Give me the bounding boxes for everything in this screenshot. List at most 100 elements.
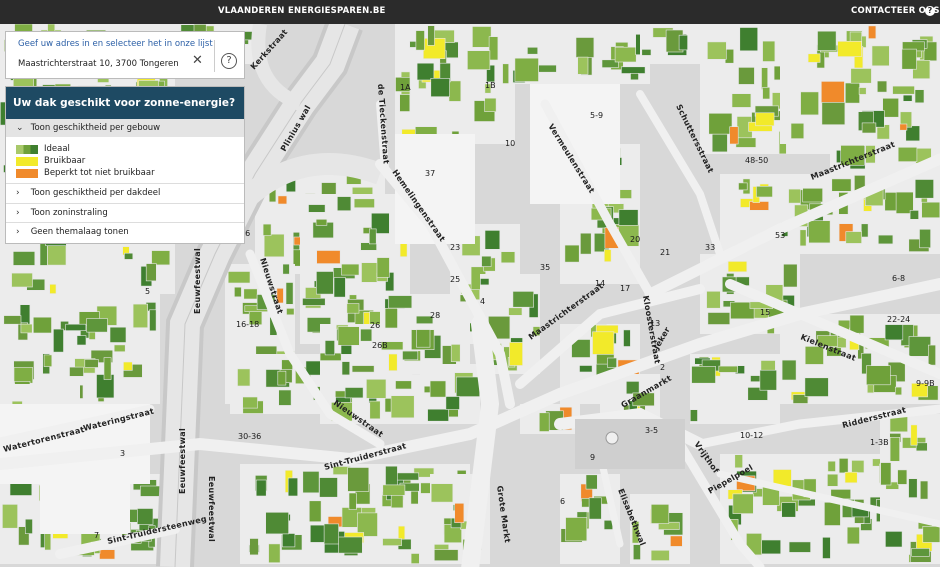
building[interactable] — [851, 460, 865, 473]
building[interactable] — [86, 318, 108, 333]
building[interactable] — [277, 195, 288, 205]
building[interactable] — [388, 295, 413, 309]
building[interactable] — [308, 500, 322, 522]
building[interactable] — [761, 67, 768, 90]
building[interactable] — [621, 66, 646, 74]
building[interactable] — [132, 303, 149, 329]
building[interactable] — [333, 277, 346, 298]
building[interactable] — [415, 30, 425, 51]
building[interactable] — [65, 323, 87, 331]
building[interactable] — [395, 380, 412, 390]
building[interactable] — [338, 536, 363, 554]
building[interactable] — [249, 538, 259, 556]
building[interactable] — [368, 228, 377, 245]
building[interactable] — [734, 454, 743, 469]
building[interactable] — [650, 504, 670, 524]
building[interactable] — [807, 53, 821, 63]
building[interactable] — [885, 531, 903, 548]
building[interactable] — [302, 297, 326, 306]
building[interactable] — [914, 89, 925, 104]
building[interactable] — [13, 367, 34, 384]
building[interactable] — [846, 526, 860, 545]
building[interactable] — [467, 50, 491, 70]
building[interactable] — [868, 25, 877, 39]
building[interactable] — [731, 93, 752, 108]
building[interactable] — [689, 409, 698, 422]
building[interactable] — [592, 331, 615, 355]
building[interactable] — [336, 196, 352, 212]
building[interactable] — [277, 370, 287, 386]
building[interactable] — [788, 541, 811, 553]
search-help-icon[interactable]: ? — [221, 53, 237, 69]
building[interactable] — [282, 533, 296, 548]
building[interactable] — [302, 471, 320, 494]
building[interactable] — [821, 102, 846, 126]
building[interactable] — [623, 329, 631, 347]
building[interactable] — [484, 230, 501, 250]
building[interactable] — [502, 63, 510, 84]
building[interactable] — [316, 250, 341, 264]
building[interactable] — [39, 242, 48, 266]
building[interactable] — [99, 549, 116, 560]
building[interactable] — [445, 396, 460, 410]
building[interactable] — [113, 344, 126, 352]
nav-link-vlaanderen[interactable]: VLAANDEREN — [218, 6, 285, 16]
section-toggle-zoninstraling[interactable]: › Toon zoninstraling — [6, 202, 244, 223]
building[interactable] — [409, 41, 417, 48]
building[interactable] — [914, 179, 934, 199]
building[interactable] — [11, 272, 33, 288]
building[interactable] — [243, 288, 258, 300]
building[interactable] — [897, 147, 918, 162]
building[interactable] — [580, 232, 592, 255]
building[interactable] — [844, 471, 858, 484]
building[interactable] — [790, 123, 805, 139]
building[interactable] — [319, 477, 338, 498]
building[interactable] — [480, 278, 490, 286]
building[interactable] — [399, 94, 411, 112]
building[interactable] — [19, 304, 31, 326]
building[interactable] — [844, 82, 860, 104]
building[interactable] — [366, 378, 387, 399]
building[interactable] — [897, 469, 908, 485]
building[interactable] — [762, 86, 771, 100]
building[interactable] — [538, 412, 550, 432]
building[interactable] — [889, 436, 900, 462]
building[interactable] — [858, 87, 867, 95]
building[interactable] — [344, 387, 364, 399]
building[interactable] — [877, 234, 894, 245]
building[interactable] — [2, 504, 18, 529]
building[interactable] — [416, 329, 431, 348]
building[interactable] — [630, 72, 639, 81]
building[interactable] — [527, 46, 539, 55]
building[interactable] — [603, 249, 612, 263]
building[interactable] — [678, 34, 688, 51]
building[interactable] — [614, 46, 637, 63]
building[interactable] — [488, 36, 499, 61]
building[interactable] — [922, 525, 940, 543]
building[interactable] — [899, 123, 908, 131]
building[interactable] — [382, 538, 402, 546]
building[interactable] — [755, 112, 775, 127]
building[interactable] — [123, 361, 133, 371]
building[interactable] — [817, 30, 837, 51]
building[interactable] — [691, 365, 716, 384]
building[interactable] — [286, 308, 295, 316]
building[interactable] — [32, 316, 52, 334]
building[interactable] — [760, 539, 781, 555]
building[interactable] — [905, 125, 920, 142]
building[interactable] — [738, 182, 748, 191]
building[interactable] — [140, 485, 162, 497]
building[interactable] — [756, 186, 773, 198]
building[interactable] — [347, 467, 370, 492]
building[interactable] — [799, 229, 807, 247]
building[interactable] — [718, 365, 738, 373]
building[interactable] — [388, 353, 398, 372]
help-icon[interactable]: ? — [925, 6, 935, 16]
building[interactable] — [838, 458, 849, 474]
building[interactable] — [410, 489, 419, 505]
building[interactable] — [871, 45, 890, 67]
building[interactable] — [759, 369, 777, 391]
building[interactable] — [454, 502, 465, 523]
building[interactable] — [902, 94, 913, 102]
building[interactable] — [512, 291, 535, 308]
